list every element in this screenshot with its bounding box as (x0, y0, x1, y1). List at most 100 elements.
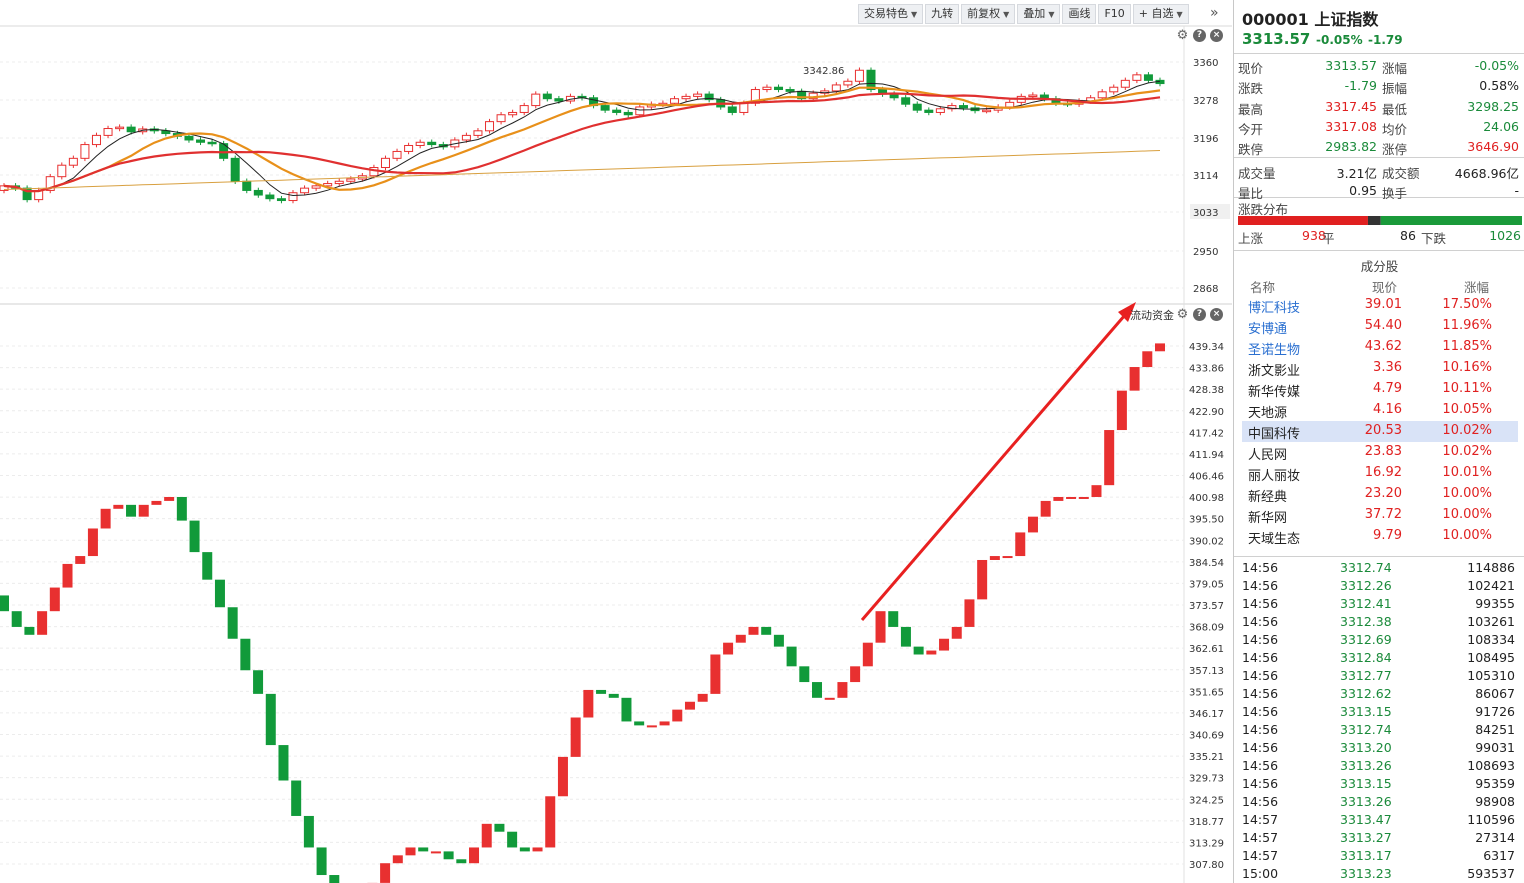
chart-canvas[interactable]: 3360 3278 3196 3114 3033 2950 2868 439.34 433.86… (0, 0, 1232, 883)
col-change[interactable]: 涨幅 (1464, 277, 1489, 296)
component-row[interactable]: 圣诺生物 43.62 11.85% (1242, 337, 1518, 358)
flow-bar (659, 721, 670, 726)
kline-tools: ⚙ ? × (1176, 29, 1223, 42)
component-change: 10.02% (1442, 423, 1492, 438)
quote-key: 成交量 (1238, 165, 1276, 181)
flow-bar (824, 697, 835, 700)
tick-row: 14:56 3312.38 103261 (1234, 613, 1524, 631)
flow-bar (240, 638, 251, 671)
candle-body (635, 106, 645, 116)
candle-body (427, 141, 437, 146)
candle-body (519, 105, 529, 113)
flow-axis-label: 428.38 (1189, 385, 1224, 396)
close-icon[interactable]: × (1210, 29, 1223, 42)
tick-volume: 114886 (1467, 560, 1515, 575)
candle-body (288, 192, 298, 202)
kline-axis-label: 2950 (1193, 247, 1218, 258)
quote-value: 3.21亿 (1336, 165, 1377, 181)
tick-price: 3312.74 (1340, 560, 1392, 575)
distribution-up-segment (1238, 216, 1368, 225)
flow-axis-label: 368.09 (1189, 623, 1224, 634)
component-row[interactable]: 天域生态 9.79 10.00% (1242, 526, 1518, 547)
candle-body (785, 89, 795, 92)
flow-bar (24, 626, 35, 635)
help-icon[interactable]: ? (1193, 29, 1206, 42)
component-row[interactable]: 浙文影业 3.36 10.16% (1242, 358, 1518, 379)
candle-body (126, 126, 136, 133)
flow-bar (926, 650, 937, 655)
component-row[interactable]: 天地源 4.16 10.05% (1242, 400, 1518, 421)
flow-bar (977, 559, 988, 600)
component-row[interactable]: 中国科传 20.53 10.02% (1242, 421, 1518, 442)
flow-bar (621, 697, 632, 722)
tick-volume: 593537 (1467, 866, 1515, 881)
tick-volume: 102421 (1467, 578, 1515, 593)
tick-volume: 108334 (1467, 632, 1515, 647)
component-name: 中国科传 (1248, 427, 1301, 442)
candle-body (600, 105, 610, 111)
component-row[interactable]: 新华传媒 4.79 10.11% (1242, 379, 1518, 400)
quote-value: 4668.96亿 (1454, 165, 1519, 181)
flow-bar (697, 693, 708, 702)
flow-axis-label: 406.46 (1189, 472, 1224, 483)
index-pct: -0.05% (1316, 33, 1363, 47)
component-row[interactable]: 丽人丽妆 16.92 10.01% (1242, 463, 1518, 484)
tick-time: 14:56 (1242, 776, 1279, 791)
flow-bar (532, 847, 543, 852)
component-row[interactable]: 新华网 37.72 10.00% (1242, 505, 1518, 526)
candle-body (1097, 91, 1107, 99)
component-change: 10.02% (1442, 444, 1492, 459)
tick-price: 3313.26 (1340, 758, 1392, 773)
col-price[interactable]: 现价 (1372, 277, 1397, 296)
flow-bar (773, 634, 784, 647)
tick-time: 14:57 (1242, 812, 1279, 827)
tick-row: 14:56 3312.41 99355 (1234, 595, 1524, 613)
component-change: 10.00% (1442, 486, 1492, 501)
tick-price: 3313.27 (1340, 830, 1392, 845)
candle-body (1132, 74, 1142, 81)
down-count: 1026 (1489, 228, 1521, 243)
candle-body (184, 135, 194, 141)
flow-bar (1066, 496, 1077, 499)
component-name: 新华网 (1248, 511, 1288, 526)
flow-bar (951, 626, 962, 639)
tick-price: 3313.15 (1340, 704, 1392, 719)
tick-price: 3313.23 (1340, 866, 1392, 881)
flow-bar (1027, 516, 1038, 533)
component-row[interactable]: 新经典 23.20 10.00% (1242, 484, 1518, 505)
candle-body (1143, 74, 1153, 81)
flow-bar (735, 634, 746, 643)
candle-body (958, 105, 968, 109)
tick-volume: 84251 (1475, 722, 1515, 737)
candle-body (253, 189, 263, 196)
component-row[interactable]: 人民网 23.83 10.02% (1242, 442, 1518, 463)
flow-bar (799, 666, 810, 683)
index-change: -1.79 (1368, 33, 1403, 47)
quote-value: 2983.82 (1325, 139, 1377, 155)
flow-bar (989, 556, 1000, 560)
component-price: 16.92 (1364, 465, 1402, 480)
component-name: 浙文影业 (1248, 364, 1301, 379)
tick-row: 14:56 3313.26 108693 (1234, 757, 1524, 775)
candle-body (542, 93, 552, 100)
component-change: 10.01% (1442, 465, 1492, 480)
gear-icon[interactable]: ⚙ (1176, 29, 1189, 42)
candle-body (346, 178, 356, 182)
flow-axis-label: 362.61 (1189, 644, 1224, 655)
flow-axis-label: 373.57 (1189, 601, 1224, 612)
component-row[interactable]: 博汇科技 39.01 17.50% (1242, 295, 1518, 316)
close-icon[interactable]: × (1210, 308, 1223, 321)
flow-axis-label: 357.13 (1189, 666, 1224, 677)
distribution-bar (1238, 216, 1522, 225)
help-icon[interactable]: ? (1193, 308, 1206, 321)
flow-bar (875, 611, 886, 643)
component-name: 天域生态 (1248, 532, 1301, 547)
quote-key: 换手 (1382, 185, 1408, 201)
tick-time: 14:56 (1242, 596, 1279, 611)
flow-bar (964, 599, 975, 627)
component-row[interactable]: 安博通 54.40 11.96% (1242, 316, 1518, 337)
gear-icon[interactable]: ⚙ (1176, 308, 1189, 321)
component-change: 17.50% (1442, 297, 1492, 312)
col-name[interactable]: 名称 (1250, 277, 1275, 296)
annotation-arrow-line (860, 314, 1127, 621)
